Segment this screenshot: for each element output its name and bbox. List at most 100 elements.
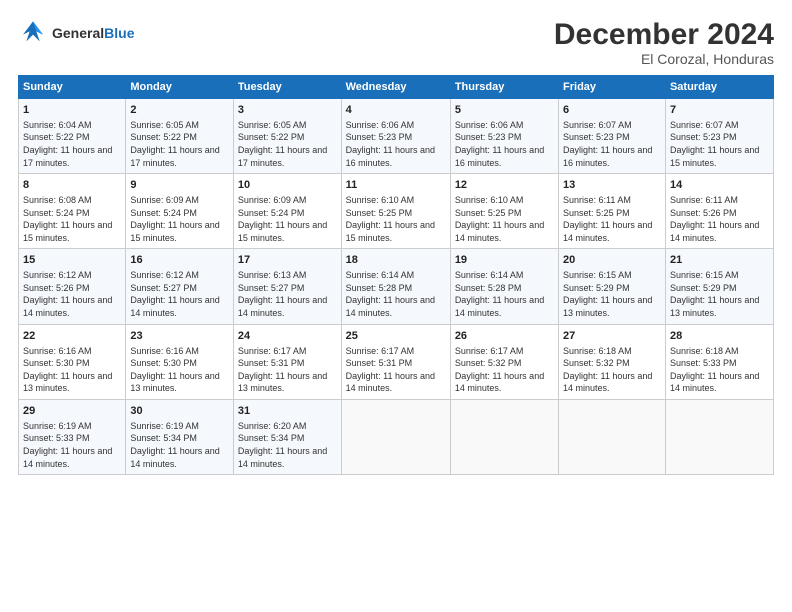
table-row: 26Sunrise: 6:17 AMSunset: 5:32 PMDayligh… [450, 324, 558, 399]
table-row: 23Sunrise: 6:16 AMSunset: 5:30 PMDayligh… [126, 324, 234, 399]
day-number: 3 [238, 103, 337, 118]
day-info: Sunrise: 6:12 AMSunset: 5:26 PMDaylight:… [23, 269, 121, 319]
day-info: Sunrise: 6:17 AMSunset: 5:31 PMDaylight:… [346, 345, 446, 395]
day-info: Sunrise: 6:04 AMSunset: 5:22 PMDaylight:… [23, 119, 121, 169]
table-row: 10Sunrise: 6:09 AMSunset: 5:24 PMDayligh… [233, 174, 341, 249]
day-info: Sunrise: 6:18 AMSunset: 5:33 PMDaylight:… [670, 345, 769, 395]
header: GeneralBlue December 2024 El Corozal, Ho… [18, 18, 774, 67]
header-saturday: Saturday [665, 76, 773, 99]
day-number: 21 [670, 253, 769, 268]
table-row: 9Sunrise: 6:09 AMSunset: 5:24 PMDaylight… [126, 174, 234, 249]
day-number: 15 [23, 253, 121, 268]
table-row: 27Sunrise: 6:18 AMSunset: 5:32 PMDayligh… [559, 324, 666, 399]
location-subtitle: El Corozal, Honduras [554, 51, 774, 67]
table-row: 5Sunrise: 6:06 AMSunset: 5:23 PMDaylight… [450, 99, 558, 174]
logo-text: GeneralBlue [52, 25, 134, 41]
day-info: Sunrise: 6:10 AMSunset: 5:25 PMDaylight:… [346, 194, 446, 244]
table-row: 8Sunrise: 6:08 AMSunset: 5:24 PMDaylight… [19, 174, 126, 249]
month-title: December 2024 [554, 18, 774, 51]
day-number: 24 [238, 329, 337, 344]
day-number: 10 [238, 178, 337, 193]
logo-icon [18, 18, 48, 48]
day-number: 27 [563, 329, 661, 344]
table-row [559, 399, 666, 474]
day-info: Sunrise: 6:15 AMSunset: 5:29 PMDaylight:… [670, 269, 769, 319]
day-info: Sunrise: 6:11 AMSunset: 5:25 PMDaylight:… [563, 194, 661, 244]
table-row: 31Sunrise: 6:20 AMSunset: 5:34 PMDayligh… [233, 399, 341, 474]
day-number: 8 [23, 178, 121, 193]
day-number: 6 [563, 103, 661, 118]
day-number: 25 [346, 329, 446, 344]
day-info: Sunrise: 6:08 AMSunset: 5:24 PMDaylight:… [23, 194, 121, 244]
header-thursday: Thursday [450, 76, 558, 99]
table-row: 3Sunrise: 6:05 AMSunset: 5:22 PMDaylight… [233, 99, 341, 174]
day-info: Sunrise: 6:16 AMSunset: 5:30 PMDaylight:… [130, 345, 229, 395]
day-number: 5 [455, 103, 554, 118]
table-row: 29Sunrise: 6:19 AMSunset: 5:33 PMDayligh… [19, 399, 126, 474]
table-row: 14Sunrise: 6:11 AMSunset: 5:26 PMDayligh… [665, 174, 773, 249]
table-row: 15Sunrise: 6:12 AMSunset: 5:26 PMDayligh… [19, 249, 126, 324]
day-number: 23 [130, 329, 229, 344]
day-info: Sunrise: 6:09 AMSunset: 5:24 PMDaylight:… [238, 194, 337, 244]
table-row: 16Sunrise: 6:12 AMSunset: 5:27 PMDayligh… [126, 249, 234, 324]
day-info: Sunrise: 6:15 AMSunset: 5:29 PMDaylight:… [563, 269, 661, 319]
day-number: 12 [455, 178, 554, 193]
day-number: 4 [346, 103, 446, 118]
day-info: Sunrise: 6:14 AMSunset: 5:28 PMDaylight:… [455, 269, 554, 319]
header-sunday: Sunday [19, 76, 126, 99]
day-number: 31 [238, 404, 337, 419]
header-friday: Friday [559, 76, 666, 99]
day-info: Sunrise: 6:07 AMSunset: 5:23 PMDaylight:… [563, 119, 661, 169]
day-number: 17 [238, 253, 337, 268]
table-row: 4Sunrise: 6:06 AMSunset: 5:23 PMDaylight… [341, 99, 450, 174]
day-info: Sunrise: 6:10 AMSunset: 5:25 PMDaylight:… [455, 194, 554, 244]
header-monday: Monday [126, 76, 234, 99]
day-number: 29 [23, 404, 121, 419]
day-number: 11 [346, 178, 446, 193]
title-block: December 2024 El Corozal, Honduras [554, 18, 774, 67]
table-row: 30Sunrise: 6:19 AMSunset: 5:34 PMDayligh… [126, 399, 234, 474]
day-number: 7 [670, 103, 769, 118]
table-row: 6Sunrise: 6:07 AMSunset: 5:23 PMDaylight… [559, 99, 666, 174]
table-row: 21Sunrise: 6:15 AMSunset: 5:29 PMDayligh… [665, 249, 773, 324]
header-wednesday: Wednesday [341, 76, 450, 99]
table-row: 1Sunrise: 6:04 AMSunset: 5:22 PMDaylight… [19, 99, 126, 174]
day-number: 28 [670, 329, 769, 344]
page: GeneralBlue December 2024 El Corozal, Ho… [0, 0, 792, 612]
day-info: Sunrise: 6:19 AMSunset: 5:33 PMDaylight:… [23, 420, 121, 470]
calendar-week-row: 8Sunrise: 6:08 AMSunset: 5:24 PMDaylight… [19, 174, 774, 249]
day-number: 22 [23, 329, 121, 344]
table-row: 7Sunrise: 6:07 AMSunset: 5:23 PMDaylight… [665, 99, 773, 174]
table-row: 25Sunrise: 6:17 AMSunset: 5:31 PMDayligh… [341, 324, 450, 399]
calendar-week-row: 15Sunrise: 6:12 AMSunset: 5:26 PMDayligh… [19, 249, 774, 324]
table-row: 12Sunrise: 6:10 AMSunset: 5:25 PMDayligh… [450, 174, 558, 249]
table-row: 17Sunrise: 6:13 AMSunset: 5:27 PMDayligh… [233, 249, 341, 324]
day-number: 18 [346, 253, 446, 268]
day-number: 26 [455, 329, 554, 344]
day-info: Sunrise: 6:18 AMSunset: 5:32 PMDaylight:… [563, 345, 661, 395]
day-info: Sunrise: 6:06 AMSunset: 5:23 PMDaylight:… [455, 119, 554, 169]
day-info: Sunrise: 6:19 AMSunset: 5:34 PMDaylight:… [130, 420, 229, 470]
logo: GeneralBlue [18, 18, 134, 48]
calendar-header-row: Sunday Monday Tuesday Wednesday Thursday… [19, 76, 774, 99]
day-info: Sunrise: 6:09 AMSunset: 5:24 PMDaylight:… [130, 194, 229, 244]
calendar-week-row: 22 Sunrise: 6:16 AMSunset: 5:30 PMDayligh… [19, 324, 774, 399]
day-info: Sunrise: 6:12 AMSunset: 5:27 PMDaylight:… [130, 269, 229, 319]
day-info: Sunrise: 6:17 AMSunset: 5:31 PMDaylight:… [238, 345, 337, 395]
table-row: 20Sunrise: 6:15 AMSunset: 5:29 PMDayligh… [559, 249, 666, 324]
day-info: Sunrise: 6:07 AMSunset: 5:23 PMDaylight:… [670, 119, 769, 169]
table-row: 2Sunrise: 6:05 AMSunset: 5:22 PMDaylight… [126, 99, 234, 174]
day-number: 16 [130, 253, 229, 268]
day-info: Sunrise: 6:13 AMSunset: 5:27 PMDaylight:… [238, 269, 337, 319]
day-info: Sunrise: 6:11 AMSunset: 5:26 PMDaylight:… [670, 194, 769, 244]
calendar-week-row: 29Sunrise: 6:19 AMSunset: 5:33 PMDayligh… [19, 399, 774, 474]
table-row: 13Sunrise: 6:11 AMSunset: 5:25 PMDayligh… [559, 174, 666, 249]
day-number: 1 [23, 103, 121, 118]
table-row [450, 399, 558, 474]
day-number: 2 [130, 103, 229, 118]
day-info: Sunrise: 6:14 AMSunset: 5:28 PMDaylight:… [346, 269, 446, 319]
day-info: Sunrise: 6:17 AMSunset: 5:32 PMDaylight:… [455, 345, 554, 395]
calendar-table: Sunday Monday Tuesday Wednesday Thursday… [18, 75, 774, 475]
day-number: 30 [130, 404, 229, 419]
table-row: 19Sunrise: 6:14 AMSunset: 5:28 PMDayligh… [450, 249, 558, 324]
